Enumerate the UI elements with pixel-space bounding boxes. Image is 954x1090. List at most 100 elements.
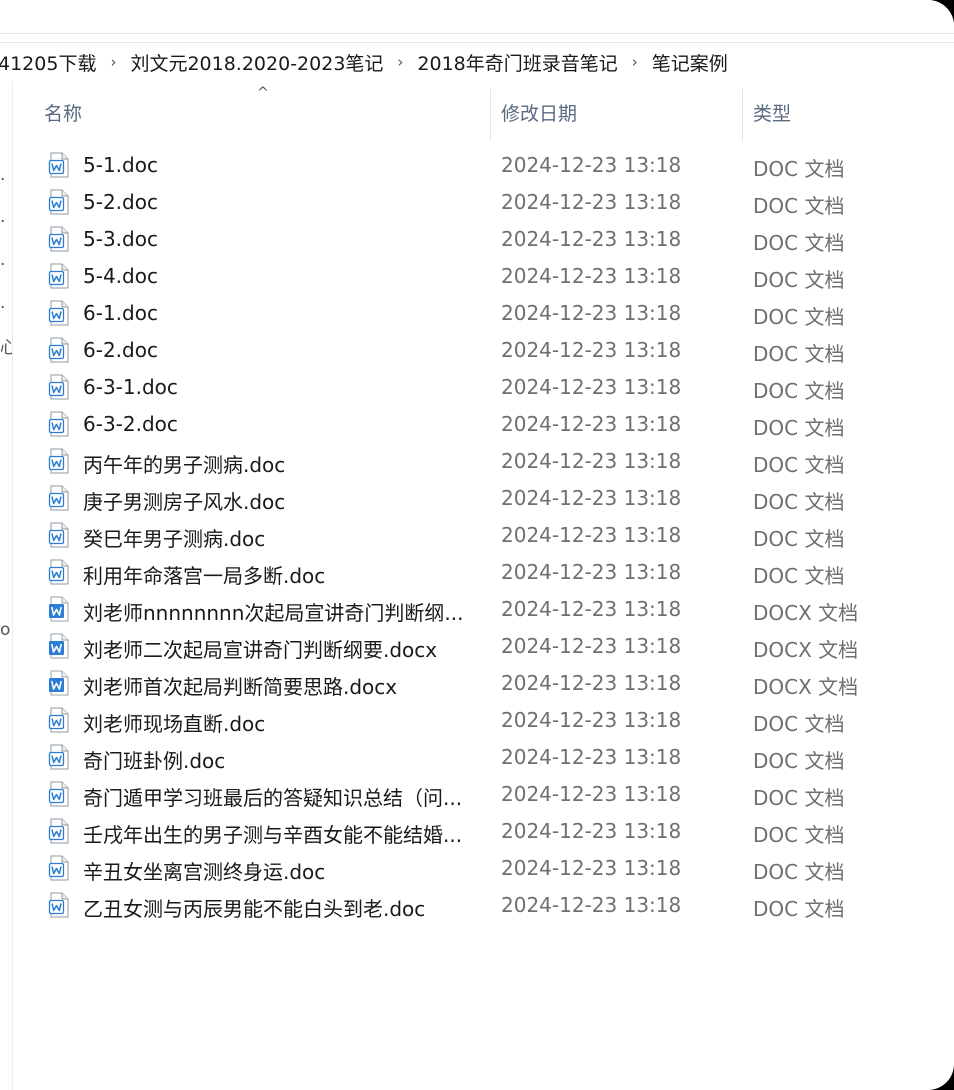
file-name[interactable]: 刘老师nnnnnnnn次起局宣讲奇门判断纲...: [83, 597, 483, 626]
file-type: DOC 文档: [753, 823, 845, 847]
file-row[interactable]: 奇门班卦例.doc 2024-12-23 13:18 DOC 文档: [13, 739, 954, 776]
word-doc-icon: [48, 448, 70, 474]
file-name[interactable]: 奇门遁甲学习班最后的答疑知识总结（问...: [83, 782, 483, 811]
file-row[interactable]: 5-2.doc 2024-12-23 13:18 DOC 文档: [13, 184, 954, 221]
file-row[interactable]: 庚子男测房子风水.doc 2024-12-23 13:18 DOC 文档: [13, 480, 954, 517]
word-docx-icon: [48, 633, 70, 659]
nav-item-fragment[interactable]: o: [0, 621, 12, 639]
chevron-right-icon[interactable]: ›: [622, 53, 648, 71]
navigation-pane[interactable]: · · · · 心 o: [0, 81, 13, 1090]
chevron-right-icon[interactable]: ›: [387, 53, 413, 71]
file-type: DOC 文档: [753, 527, 845, 551]
file-type: DOC 文档: [753, 194, 845, 218]
nav-item-fragment[interactable]: 心: [0, 339, 12, 357]
file-row[interactable]: 刘老师现场直断.doc 2024-12-23 13:18 DOC 文档: [13, 702, 954, 739]
file-row[interactable]: 刘老师二次起局宣讲奇门判断纲要.docx 2024-12-23 13:18 DOCX…: [13, 628, 954, 665]
file-name[interactable]: 5-2.doc: [83, 190, 483, 214]
file-row[interactable]: 6-1.doc 2024-12-23 13:18 DOC 文档: [13, 295, 954, 332]
word-doc-icon: [48, 818, 70, 844]
file-row[interactable]: 刘老师首次起局判断简要思路.docx 2024-12-23 13:18 DOCX 文…: [13, 665, 954, 702]
nav-item-fragment[interactable]: ·: [0, 213, 12, 231]
word-doc-icon: [48, 744, 70, 770]
word-docx-icon: [48, 596, 70, 622]
word-doc-icon: [48, 300, 70, 326]
file-name[interactable]: 刘老师现场直断.doc: [83, 708, 483, 737]
file-name[interactable]: 5-1.doc: [83, 153, 483, 177]
breadcrumb-item[interactable]: 2018年奇门班录音笔记: [413, 49, 621, 76]
nav-item-fragment[interactable]: ·: [0, 171, 12, 189]
file-row[interactable]: 5-3.doc 2024-12-23 13:18 DOC 文档: [13, 221, 954, 258]
file-row[interactable]: 利用年命落宫一局多断.doc 2024-12-23 13:18 DOC 文档: [13, 554, 954, 591]
file-row[interactable]: 乙丑女测与丙辰男能不能白头到老.doc 2024-12-23 13:18 DOC 文…: [13, 887, 954, 924]
word-doc-icon: [48, 189, 70, 215]
file-row[interactable]: 6-3-2.doc 2024-12-23 13:18 DOC 文档: [13, 406, 954, 443]
breadcrumb-item[interactable]: 刘文元2018.2020-2023笔记: [126, 49, 387, 76]
file-type: DOC 文档: [753, 379, 845, 403]
file-modified-date: 2024-12-23 13:18: [501, 412, 682, 436]
breadcrumb[interactable]: 41205下载 › 刘文元2018.2020-2023笔记 › 2018年奇门班录音笔记…: [0, 42, 954, 82]
file-row[interactable]: 6-3-1.doc 2024-12-23 13:18 DOC 文档: [13, 369, 954, 406]
column-header-date[interactable]: 修改日期: [501, 99, 577, 126]
file-type: DOCX 文档: [753, 675, 859, 699]
column-divider[interactable]: [490, 89, 491, 141]
file-name[interactable]: 庚子男测房子风水.doc: [83, 486, 483, 515]
file-modified-date: 2024-12-23 13:18: [501, 745, 682, 769]
column-header-type[interactable]: 类型: [753, 99, 791, 126]
file-modified-date: 2024-12-23 13:18: [501, 523, 682, 547]
word-doc-icon: [48, 337, 70, 363]
file-type: DOC 文档: [753, 749, 845, 773]
file-modified-date: 2024-12-23 13:18: [501, 190, 682, 214]
file-row[interactable]: 5-1.doc 2024-12-23 13:18 DOC 文档: [13, 147, 954, 184]
word-doc-icon: [48, 781, 70, 807]
file-type: DOC 文档: [753, 231, 845, 255]
file-name[interactable]: 奇门班卦例.doc: [83, 745, 483, 774]
file-modified-date: 2024-12-23 13:18: [501, 227, 682, 251]
file-row[interactable]: 癸巳年男子测病.doc 2024-12-23 13:18 DOC 文档: [13, 517, 954, 554]
file-modified-date: 2024-12-23 13:18: [501, 671, 682, 695]
file-name[interactable]: 6-3-2.doc: [83, 412, 483, 436]
file-row[interactable]: 奇门遁甲学习班最后的答疑知识总结（问... 2024-12-23 13:18 DOC…: [13, 776, 954, 813]
column-header-name[interactable]: 名称: [44, 99, 82, 126]
file-modified-date: 2024-12-23 13:18: [501, 486, 682, 510]
file-type: DOC 文档: [753, 416, 845, 440]
file-modified-date: 2024-12-23 13:18: [501, 819, 682, 843]
file-name[interactable]: 6-2.doc: [83, 338, 483, 362]
file-row[interactable]: 6-2.doc 2024-12-23 13:18 DOC 文档: [13, 332, 954, 369]
file-name[interactable]: 壬戌年出生的男子测与辛酉女能不能结婚...: [83, 819, 483, 848]
file-name[interactable]: 6-3-1.doc: [83, 375, 483, 399]
word-doc-icon: [48, 226, 70, 252]
file-row[interactable]: 丙午年的男子测病.doc 2024-12-23 13:18 DOC 文档: [13, 443, 954, 480]
file-name[interactable]: 5-4.doc: [83, 264, 483, 288]
file-name[interactable]: 利用年命落宫一局多断.doc: [83, 560, 483, 589]
breadcrumb-item[interactable]: 41205下载: [0, 49, 100, 76]
word-doc-icon: [48, 411, 70, 437]
file-name[interactable]: 辛丑女坐离宫测终身运.doc: [83, 856, 483, 885]
file-type: DOC 文档: [753, 157, 845, 181]
file-name[interactable]: 刘老师首次起局判断简要思路.docx: [83, 671, 483, 700]
chevron-right-icon[interactable]: ›: [100, 53, 126, 71]
file-type: DOC 文档: [753, 564, 845, 588]
breadcrumb-item[interactable]: 笔记案例: [648, 49, 732, 76]
word-doc-icon: [48, 522, 70, 548]
nav-item-fragment[interactable]: ·: [0, 299, 12, 317]
file-modified-date: 2024-12-23 13:18: [501, 264, 682, 288]
file-modified-date: 2024-12-23 13:18: [501, 301, 682, 325]
file-row[interactable]: 刘老师nnnnnnnn次起局宣讲奇门判断纲... 2024-12-23 13:18…: [13, 591, 954, 628]
file-name[interactable]: 癸巳年男子测病.doc: [83, 523, 483, 552]
file-name[interactable]: 5-3.doc: [83, 227, 483, 251]
file-row[interactable]: 壬戌年出生的男子测与辛酉女能不能结婚... 2024-12-23 13:18 DOC…: [13, 813, 954, 850]
file-modified-date: 2024-12-23 13:18: [501, 560, 682, 584]
file-modified-date: 2024-12-23 13:18: [501, 634, 682, 658]
word-doc-icon: [48, 485, 70, 511]
file-name[interactable]: 丙午年的男子测病.doc: [83, 449, 483, 478]
word-doc-icon: [48, 559, 70, 585]
nav-item-fragment[interactable]: ·: [0, 256, 12, 274]
file-row[interactable]: 5-4.doc 2024-12-23 13:18 DOC 文档: [13, 258, 954, 295]
file-name[interactable]: 刘老师二次起局宣讲奇门判断纲要.docx: [83, 634, 483, 663]
column-divider[interactable]: [742, 89, 743, 141]
file-name[interactable]: 乙丑女测与丙辰男能不能白头到老.doc: [83, 893, 483, 922]
file-type: DOCX 文档: [753, 638, 859, 662]
file-name[interactable]: 6-1.doc: [83, 301, 483, 325]
file-row[interactable]: 辛丑女坐离宫测终身运.doc 2024-12-23 13:18 DOC 文档: [13, 850, 954, 887]
toolbar-divider: [0, 33, 954, 34]
